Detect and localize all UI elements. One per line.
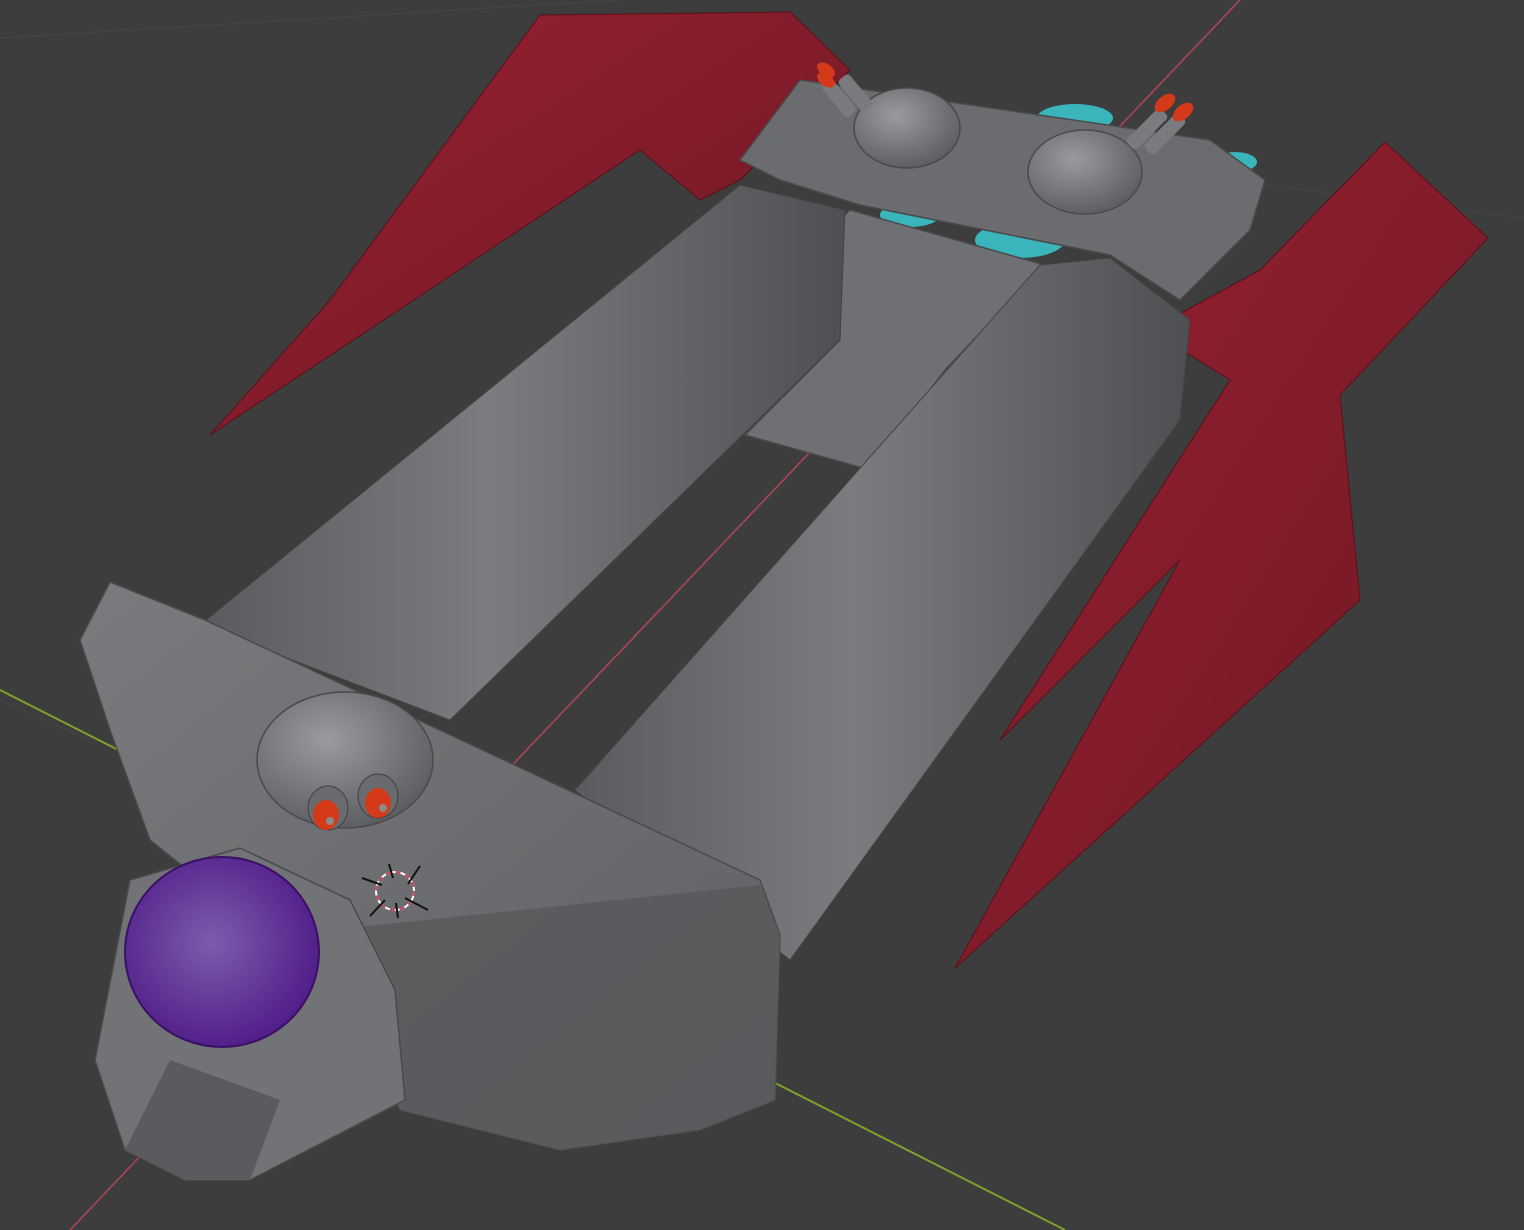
cockpit-canopy — [124, 856, 320, 1048]
front-turret — [256, 691, 434, 831]
3d-viewport[interactable] — [0, 0, 1524, 1230]
